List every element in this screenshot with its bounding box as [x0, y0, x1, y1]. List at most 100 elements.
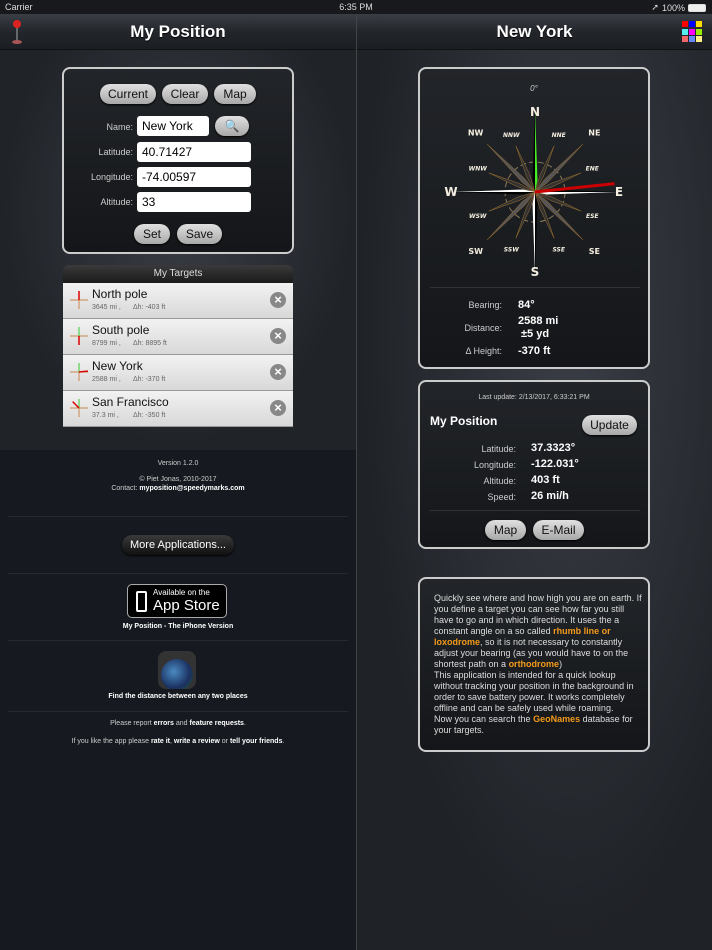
contact-email-link[interactable]: myposition@speedymarks.com — [139, 485, 244, 492]
heading-readout: 0° — [530, 84, 538, 93]
height-label: Δ Height: — [465, 346, 502, 356]
target-distance: 3645 mi , — [92, 304, 121, 311]
target-name: San Francisco — [92, 395, 169, 409]
compass-label-nne: NNE — [552, 132, 567, 139]
divider — [430, 287, 640, 288]
iphone-icon — [136, 591, 147, 612]
divider — [8, 640, 348, 641]
targets-list: My Targets North pole 3645 mi , Δh: -403… — [63, 265, 293, 428]
compass-label-w: W — [444, 185, 457, 199]
target-distance: 2588 mi , — [92, 376, 121, 383]
link[interactable]: tell your friends — [230, 738, 283, 745]
about-pane — [0, 450, 356, 950]
description-link[interactable]: GeoNames — [533, 714, 580, 724]
compass-label-ne: NE — [588, 128, 600, 137]
distance-app-icon[interactable] — [158, 651, 196, 689]
compass-label-wnw: WNW — [469, 165, 488, 172]
battery-percent: 100% — [661, 2, 685, 13]
iphone-version-link[interactable]: My Position - The iPhone Version — [0, 623, 356, 630]
appstore-small-text: Available on the — [153, 588, 210, 597]
target-row[interactable]: South pole 8799 mi , Δh: 8895 ft × — [63, 319, 293, 355]
delete-target-icon[interactable]: × — [270, 364, 286, 380]
color-grid-icon[interactable] — [682, 21, 704, 43]
link[interactable]: feature requests — [189, 720, 243, 727]
target-name: North pole — [92, 287, 148, 301]
compass-rose: NSEWNENWSESWNNENNWENEESESSESSWWNWWSW — [444, 105, 623, 279]
location-arrow-icon: ➚ — [651, 2, 659, 12]
map-button[interactable]: Map — [214, 84, 256, 104]
height-value: -370 ft — [518, 345, 551, 357]
latitude-input[interactable]: 40.71427 — [137, 142, 251, 162]
distance-app-link[interactable]: Find the distance between any two places — [0, 693, 356, 700]
compass-label-ese: ESE — [586, 213, 599, 220]
compass-label-n: N — [530, 105, 540, 119]
link[interactable]: rate it — [151, 738, 170, 745]
targets-header: My Targets — [63, 265, 293, 283]
color-swatch — [696, 21, 702, 27]
text: If you like the app please — [71, 738, 151, 745]
target-row[interactable]: New York 2588 mi , Δh: -370 ft × — [63, 355, 293, 391]
color-swatch — [689, 21, 695, 27]
pos-speed-label: Speed: — [487, 492, 516, 502]
clear-button[interactable]: Clear — [162, 84, 208, 104]
color-swatch — [689, 28, 695, 35]
status-bar: Carrier 6:35 PM ➚ 100% — [0, 0, 712, 14]
cardinal-point-dark — [535, 192, 538, 274]
link[interactable]: errors — [154, 720, 174, 727]
intercardinal-point — [486, 191, 536, 241]
delete-target-icon[interactable]: × — [270, 292, 286, 308]
text: . — [243, 720, 246, 727]
color-swatch — [682, 21, 688, 27]
email-button[interactable]: E-Mail — [533, 520, 584, 540]
position-title: My Position — [430, 414, 498, 428]
name-input[interactable]: New York — [137, 116, 209, 136]
target-row[interactable]: San Francisco 37.3 mi , Δh: -350 ft × — [63, 391, 293, 427]
altitude-input[interactable]: 33 — [137, 192, 251, 212]
delete-target-icon[interactable]: × — [270, 328, 286, 344]
save-button[interactable]: Save — [177, 224, 222, 244]
pos-altitude-value: 403 ft — [531, 474, 560, 486]
app-store-badge[interactable]: Available on the App Store — [127, 584, 227, 618]
delete-target-icon[interactable]: × — [270, 400, 286, 416]
distance-accuracy: ±5 yd — [521, 328, 550, 340]
clock: 6:35 PM — [339, 2, 373, 12]
longitude-input[interactable]: -74.00597 — [137, 167, 251, 187]
target-name: South pole — [92, 323, 150, 337]
link[interactable]: write a review — [174, 738, 220, 745]
mini-compass-icon — [70, 327, 88, 345]
compass-label-se: SE — [589, 247, 600, 256]
position-map-button[interactable]: Map — [485, 520, 526, 540]
color-swatch — [682, 36, 688, 43]
divider — [8, 573, 348, 574]
appstore-big-text: App Store — [153, 597, 220, 614]
map-pin-icon[interactable] — [10, 19, 24, 45]
current-button[interactable]: Current — [100, 84, 156, 104]
more-applications-button[interactable]: More Applications... — [122, 535, 234, 555]
name-label: Name: — [106, 122, 133, 132]
target-height-diff: Δh: -350 ft — [133, 412, 166, 419]
contact-label: Contact: — [111, 485, 138, 492]
description-link[interactable]: orthodrome — [509, 659, 560, 669]
compass-label-wsw: WSW — [469, 213, 487, 220]
target-row[interactable]: North pole 3645 mi , Δh: -403 ft × — [63, 283, 293, 319]
compass-label-ene: ENE — [586, 165, 600, 172]
cardinal-point-light — [532, 192, 535, 274]
pos-latitude-value: 37.3323° — [531, 442, 576, 454]
search-button[interactable]: 🔍 — [215, 116, 249, 136]
text: . — [282, 738, 285, 745]
battery-icon — [688, 3, 706, 12]
altitude-label: Altitude: — [100, 197, 133, 207]
update-button[interactable]: Update — [582, 415, 637, 435]
cardinal-point-light — [535, 110, 538, 192]
left-nav-bar: My Position — [0, 14, 356, 50]
cardinal-point-dark — [453, 192, 535, 195]
color-swatch — [682, 28, 688, 35]
copyright: © Piet Jonas, 2010-2017 — [139, 476, 217, 483]
text: Please report — [110, 720, 154, 727]
right-nav-bar: New York — [357, 14, 712, 50]
compass-label-sse: SSE — [552, 246, 565, 253]
set-button[interactable]: Set — [134, 224, 170, 244]
pos-altitude-label: Altitude: — [483, 476, 516, 486]
divider — [8, 711, 348, 712]
intercardinal-point — [486, 143, 536, 193]
